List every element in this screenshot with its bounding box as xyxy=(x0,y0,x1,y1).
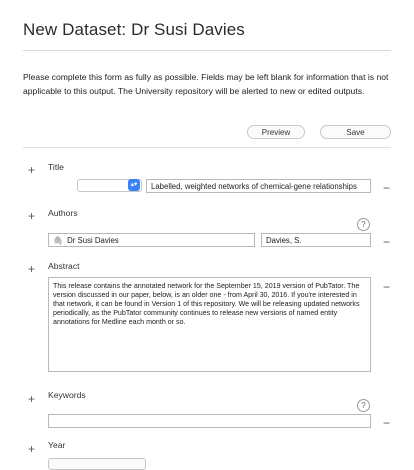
year-select[interactable] xyxy=(48,458,146,470)
keywords-label: Keywords xyxy=(48,390,86,400)
title-divider xyxy=(23,50,391,51)
add-keyword-icon[interactable]: + xyxy=(28,393,35,405)
year-label: Year xyxy=(48,440,66,450)
add-abstract-icon[interactable]: + xyxy=(28,263,35,275)
add-author-icon[interactable]: + xyxy=(28,210,35,222)
abstract-textarea[interactable]: This release contains the annotated netw… xyxy=(48,277,371,372)
preview-button[interactable]: Preview xyxy=(247,125,305,139)
remove-abstract-icon[interactable]: − xyxy=(383,281,390,293)
keywords-help-icon[interactable]: ? xyxy=(357,399,370,412)
add-year-icon[interactable]: + xyxy=(28,443,35,455)
chevron-updown-icon[interactable]: ▴▾ xyxy=(128,179,140,191)
paperclip-icon: 🖇 xyxy=(53,235,64,245)
author-name-field[interactable]: 🖇 Dr Susi Davies xyxy=(48,233,255,247)
keywords-input[interactable] xyxy=(48,414,371,428)
remove-title-icon[interactable]: − xyxy=(383,182,390,194)
title-input[interactable]: Labelled, weighted networks of chemical-… xyxy=(146,179,371,193)
intro-text: Please complete this form as fully as po… xyxy=(23,72,389,97)
authors-label: Authors xyxy=(48,208,78,218)
save-button[interactable]: Save xyxy=(320,125,391,139)
abstract-label: Abstract xyxy=(48,261,80,271)
authors-help-icon[interactable]: ? xyxy=(357,218,370,231)
remove-keyword-icon[interactable]: − xyxy=(383,417,390,429)
remove-author-icon[interactable]: − xyxy=(383,236,390,248)
form-divider xyxy=(23,147,391,148)
add-title-icon[interactable]: + xyxy=(28,164,35,176)
page-title: New Dataset: Dr Susi Davies xyxy=(23,20,245,39)
author-name: Dr Susi Davies xyxy=(67,235,119,245)
title-label: Title xyxy=(48,162,64,172)
author-short-name-input[interactable]: Davies, S. xyxy=(261,233,371,247)
